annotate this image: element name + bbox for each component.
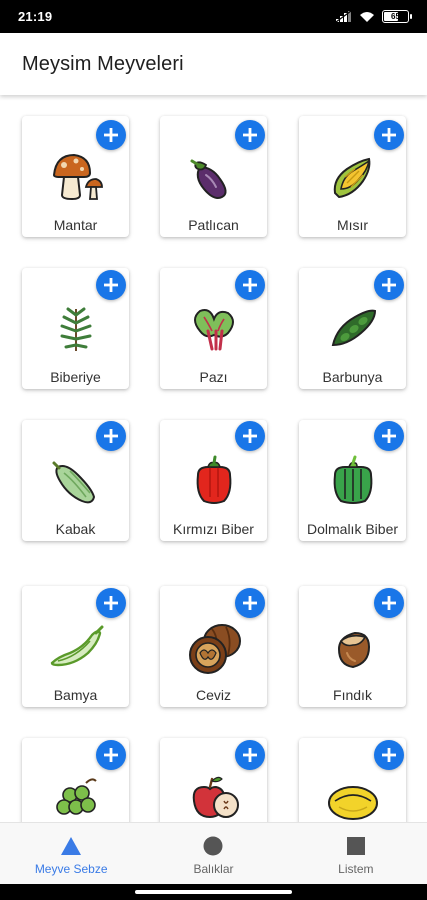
add-to-list-button[interactable]: [96, 421, 126, 451]
plus-icon: [243, 429, 257, 443]
app-screen: 21:19 65 Meysim Meyveleri Mantar Patlıca…: [0, 0, 427, 900]
nav-label: Meyve Sebze: [34, 862, 108, 876]
add-to-list-button[interactable]: [374, 740, 404, 770]
plus-icon: [104, 278, 118, 292]
plus-icon: [104, 748, 118, 762]
add-to-list-button[interactable]: [96, 270, 126, 300]
plus-icon: [104, 128, 118, 142]
status-time: 21:19: [18, 9, 53, 24]
plus-icon: [104, 429, 118, 443]
add-to-list-button[interactable]: [374, 120, 404, 150]
bottom-navigation: Meyve Sebze Balıklar Listem: [0, 822, 427, 884]
chard-icon: [160, 298, 267, 360]
nav-tab-meyve-sebze[interactable]: Meyve Sebze: [0, 823, 142, 884]
product-label: Kırmızı Biber: [173, 521, 254, 537]
add-to-list-button[interactable]: [235, 270, 265, 300]
product-label: Fındık: [333, 687, 372, 703]
product-label: Biberiye: [50, 369, 101, 385]
add-to-list-button[interactable]: [96, 588, 126, 618]
add-to-list-button[interactable]: [374, 588, 404, 618]
product-label: Bamya: [53, 687, 98, 703]
product-label: Mısır: [336, 217, 369, 233]
apple-icon: [160, 768, 267, 822]
product-label: Pazı: [199, 369, 228, 385]
add-to-list-button[interactable]: [374, 421, 404, 451]
status-icons: 65: [336, 10, 412, 23]
nav-label: Balıklar: [193, 862, 234, 876]
product-label: Mantar: [53, 217, 98, 233]
plus-icon: [104, 596, 118, 610]
add-to-list-button[interactable]: [96, 120, 126, 150]
add-to-list-button[interactable]: [235, 421, 265, 451]
plus-icon: [382, 429, 396, 443]
corn-icon: [299, 146, 406, 208]
product-label: Barbunya: [322, 369, 383, 385]
plus-icon: [243, 128, 257, 142]
plus-icon: [382, 278, 396, 292]
eggplant-icon: [160, 146, 267, 208]
plus-icon: [243, 596, 257, 610]
okra-icon: [22, 616, 129, 678]
product-label: Ceviz: [195, 687, 231, 703]
status-bar: 21:19 65: [0, 0, 427, 33]
mushroom-icon: [22, 146, 129, 208]
plus-icon: [382, 128, 396, 142]
grapes-icon: [22, 768, 129, 822]
add-to-list-button[interactable]: [235, 120, 265, 150]
nav-tab-listem[interactable]: Listem: [285, 823, 427, 884]
page-title: Meysim Meyveleri: [22, 52, 184, 75]
home-gesture-bar[interactable]: [135, 890, 292, 894]
battery-icon: 65: [382, 10, 412, 23]
circle-icon: [203, 836, 223, 856]
melon-icon: [299, 768, 406, 822]
product-grid[interactable]: Mantar Patlıcan Mısır Biberiye Pazı Barb…: [0, 95, 427, 822]
triangle-icon: [61, 837, 82, 855]
square-icon: [346, 837, 365, 855]
plus-icon: [382, 748, 396, 762]
plus-icon: [243, 278, 257, 292]
app-bar: Meysim Meyveleri: [0, 33, 427, 95]
product-label: Dolmalık Biber: [306, 521, 399, 537]
rosemary-icon: [22, 298, 129, 360]
add-to-list-button[interactable]: [96, 740, 126, 770]
zucchini-icon: [22, 450, 129, 512]
walnut-icon: [160, 616, 267, 678]
hazelnut-icon: [299, 616, 406, 678]
nav-label: Listem: [338, 862, 374, 876]
add-to-list-button[interactable]: [374, 270, 404, 300]
battery-text: 65: [391, 12, 400, 21]
red-pepper-icon: [160, 450, 267, 512]
plus-icon: [382, 596, 396, 610]
product-label: Patlıcan: [188, 217, 239, 233]
plus-icon: [243, 748, 257, 762]
add-to-list-button[interactable]: [235, 588, 265, 618]
nav-tab-baliklar[interactable]: Balıklar: [142, 823, 284, 884]
wifi-icon: [360, 11, 374, 22]
green-pepper-icon: [299, 450, 406, 512]
add-to-list-button[interactable]: [235, 740, 265, 770]
product-label: Kabak: [55, 521, 96, 537]
bean-pod-icon: [299, 298, 406, 360]
signal-icon: [336, 11, 352, 22]
